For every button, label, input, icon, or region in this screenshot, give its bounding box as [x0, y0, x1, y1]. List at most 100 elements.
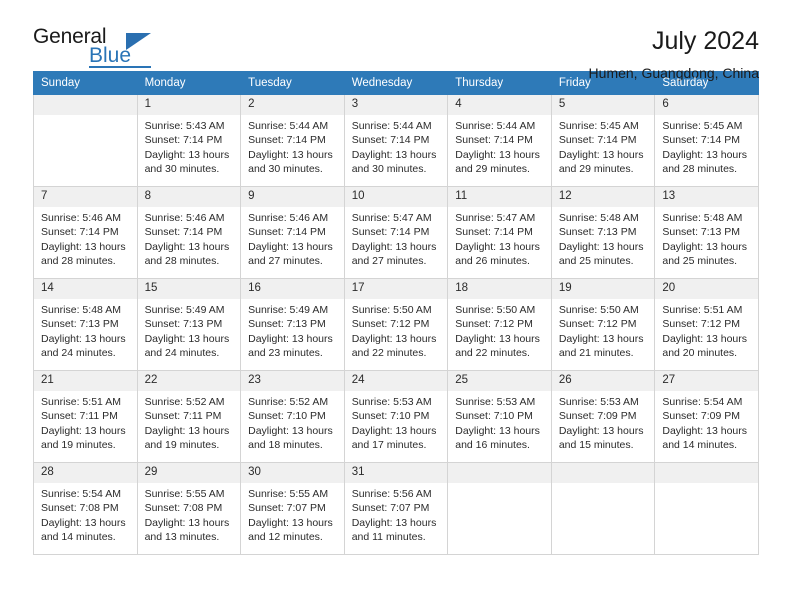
sunrise-text: Sunrise: 5:44 AM [455, 119, 536, 132]
calendar-day-cell[interactable]: 17 Sunrise: 5:50 AM Sunset: 7:12 PM Dayligh… [343, 278, 449, 371]
daylight-text: Daylight: 13 hours and 28 minutes. [662, 148, 748, 176]
day-number: 7 [34, 187, 137, 207]
sunset-text: Sunset: 7:11 PM [41, 410, 118, 423]
daylight-text: Daylight: 13 hours and 13 minutes. [144, 516, 230, 544]
day-number: 13 [655, 187, 758, 207]
calendar-day-cell[interactable]: 23 Sunrise: 5:52 AM Sunset: 7:10 PM Dayligh… [240, 370, 345, 463]
sunrise-text: Sunrise: 5:53 AM [351, 395, 432, 408]
day-number [34, 95, 137, 115]
calendar-day-cell[interactable]: 10 Sunrise: 5:47 AM Sunset: 7:14 PM Dayligh… [343, 186, 449, 279]
calendar-day-cell[interactable]: 26 Sunrise: 5:53 AM Sunset: 7:09 PM Dayligh… [550, 370, 656, 463]
day-details: Sunrise: 5:48 AM Sunset: 7:13 PM Daylight:… [655, 207, 758, 269]
calendar-week-row: 28 Sunrise: 5:54 AM Sunset: 7:08 PM Dayligh… [33, 462, 759, 555]
calendar-day-cell[interactable]: 4 Sunrise: 5:44 AM Sunset: 7:14 PM Daylight… [447, 94, 552, 187]
sunrise-text: Sunrise: 5:52 AM [144, 395, 225, 408]
day-number: 9 [241, 187, 344, 207]
sunrise-text: Sunrise: 5:54 AM [662, 395, 743, 408]
calendar-day-cell[interactable]: 7 Sunrise: 5:46 AM Sunset: 7:14 PM Daylight… [33, 186, 138, 279]
calendar-day-cell[interactable]: 27 Sunrise: 5:54 AM Sunset: 7:09 PM Dayligh… [654, 370, 759, 463]
calendar-day-cell[interactable]: 30 Sunrise: 5:55 AM Sunset: 7:07 PM Dayligh… [240, 462, 345, 555]
calendar-day-cell[interactable]: 8 Sunrise: 5:46 AM Sunset: 7:14 PM Daylight… [136, 186, 242, 279]
calendar-day-cell[interactable]: 19 Sunrise: 5:50 AM Sunset: 7:12 PM Dayligh… [550, 278, 656, 371]
sunset-text: Sunset: 7:14 PM [248, 134, 326, 147]
day-number: 11 [448, 187, 551, 207]
daylight-text: Daylight: 13 hours and 17 minutes. [351, 424, 437, 452]
sunset-text: Sunset: 7:13 PM [662, 226, 741, 239]
calendar-day-cell[interactable]: 20 Sunrise: 5:51 AM Sunset: 7:12 PM Dayligh… [654, 278, 759, 371]
calendar-day-cell-empty [654, 462, 759, 555]
calendar-day-cell[interactable]: 2 Sunrise: 5:44 AM Sunset: 7:14 PM Daylight… [240, 94, 345, 187]
day-details: Sunrise: 5:45 AM Sunset: 7:14 PM Daylight:… [552, 115, 655, 177]
calendar-page: General Blue July 2024 Humen, Guangdong,… [0, 0, 792, 612]
day-number: 25 [448, 371, 551, 391]
calendar-day-cell-empty [33, 94, 138, 187]
day-details: Sunrise: 5:51 AM Sunset: 7:12 PM Daylight:… [655, 299, 758, 361]
sunrise-text: Sunrise: 5:47 AM [351, 211, 432, 224]
day-number: 21 [34, 371, 137, 391]
daylight-text: Daylight: 13 hours and 27 minutes. [248, 240, 333, 268]
calendar-day-cell[interactable]: 12 Sunrise: 5:48 AM Sunset: 7:13 PM Dayligh… [550, 186, 656, 279]
daylight-text: Daylight: 13 hours and 16 minutes. [455, 424, 540, 452]
day-number: 24 [344, 371, 448, 391]
daylight-text: Daylight: 13 hours and 15 minutes. [558, 424, 644, 452]
day-number: 16 [241, 279, 344, 299]
sunrise-text: Sunrise: 5:45 AM [558, 119, 639, 132]
sunrise-text: Sunrise: 5:50 AM [558, 303, 639, 316]
day-details: Sunrise: 5:46 AM Sunset: 7:14 PM Daylight:… [34, 207, 137, 269]
calendar-day-cell[interactable]: 16 Sunrise: 5:49 AM Sunset: 7:13 PM Dayligh… [240, 278, 345, 371]
calendar-day-cell[interactable]: 29 Sunrise: 5:55 AM Sunset: 7:08 PM Dayligh… [136, 462, 242, 555]
calendar-day-cell-empty [447, 462, 552, 555]
daylight-text: Daylight: 13 hours and 22 minutes. [351, 332, 437, 360]
sunrise-text: Sunrise: 5:48 AM [662, 211, 743, 224]
calendar-day-cell[interactable]: 11 Sunrise: 5:47 AM Sunset: 7:14 PM Dayligh… [447, 186, 552, 279]
weekday-header-sunday: Sunday [33, 71, 138, 95]
daylight-text: Daylight: 13 hours and 28 minutes. [41, 240, 126, 268]
daylight-text: Daylight: 13 hours and 14 minutes. [41, 516, 126, 544]
daylight-text: Daylight: 13 hours and 30 minutes. [351, 148, 437, 176]
day-details: Sunrise: 5:53 AM Sunset: 7:09 PM Daylight:… [552, 391, 655, 453]
day-number: 20 [655, 279, 758, 299]
weekday-header-wednesday: Wednesday [343, 71, 449, 95]
calendar-day-cell[interactable]: 21 Sunrise: 5:51 AM Sunset: 7:11 PM Dayligh… [33, 370, 138, 463]
calendar-day-cell[interactable]: 9 Sunrise: 5:46 AM Sunset: 7:14 PM Daylight… [240, 186, 345, 279]
sunset-text: Sunset: 7:08 PM [144, 502, 223, 515]
day-number: 6 [655, 95, 758, 115]
calendar-day-cell[interactable]: 28 Sunrise: 5:54 AM Sunset: 7:08 PM Dayligh… [33, 462, 138, 555]
calendar-week-row: 1 Sunrise: 5:43 AM Sunset: 7:14 PM Daylight… [33, 94, 759, 187]
calendar-day-cell[interactable]: 22 Sunrise: 5:52 AM Sunset: 7:11 PM Dayligh… [136, 370, 242, 463]
sunset-text: Sunset: 7:07 PM [351, 502, 430, 515]
sunset-text: Sunset: 7:10 PM [248, 410, 326, 423]
calendar-day-cell[interactable]: 24 Sunrise: 5:53 AM Sunset: 7:10 PM Dayligh… [343, 370, 449, 463]
sunrise-text: Sunrise: 5:46 AM [144, 211, 225, 224]
sunset-text: Sunset: 7:09 PM [662, 410, 741, 423]
daylight-text: Daylight: 13 hours and 12 minutes. [248, 516, 333, 544]
day-details: Sunrise: 5:50 AM Sunset: 7:12 PM Daylight:… [552, 299, 655, 361]
calendar-week-row: 7 Sunrise: 5:46 AM Sunset: 7:14 PM Daylight… [33, 186, 759, 279]
calendar-day-cell[interactable]: 15 Sunrise: 5:49 AM Sunset: 7:13 PM Dayligh… [136, 278, 242, 371]
sunrise-text: Sunrise: 5:46 AM [41, 211, 121, 224]
calendar-day-cell[interactable]: 3 Sunrise: 5:44 AM Sunset: 7:14 PM Daylight… [343, 94, 449, 187]
calendar-day-cell[interactable]: 1 Sunrise: 5:43 AM Sunset: 7:14 PM Daylight… [136, 94, 242, 187]
day-details: Sunrise: 5:52 AM Sunset: 7:11 PM Daylight:… [138, 391, 241, 453]
sunset-text: Sunset: 7:13 PM [144, 318, 223, 331]
day-number: 22 [137, 371, 241, 391]
sunrise-text: Sunrise: 5:47 AM [455, 211, 536, 224]
day-details: Sunrise: 5:47 AM Sunset: 7:14 PM Daylight:… [448, 207, 551, 269]
day-number: 23 [241, 371, 344, 391]
calendar-day-cell[interactable]: 14 Sunrise: 5:48 AM Sunset: 7:13 PM Dayligh… [33, 278, 138, 371]
daylight-text: Daylight: 13 hours and 18 minutes. [248, 424, 333, 452]
sunrise-text: Sunrise: 5:49 AM [248, 303, 329, 316]
day-number: 26 [551, 371, 655, 391]
day-number: 28 [34, 463, 137, 483]
sunrise-text: Sunrise: 5:52 AM [248, 395, 329, 408]
calendar-day-cell[interactable]: 31 Sunrise: 5:56 AM Sunset: 7:07 PM Dayligh… [343, 462, 449, 555]
calendar-day-cell[interactable]: 13 Sunrise: 5:48 AM Sunset: 7:13 PM Dayligh… [654, 186, 759, 279]
calendar-day-cell[interactable]: 25 Sunrise: 5:53 AM Sunset: 7:10 PM Dayligh… [447, 370, 552, 463]
calendar-day-cell[interactable]: 5 Sunrise: 5:45 AM Sunset: 7:14 PM Daylight… [550, 94, 656, 187]
day-number [655, 463, 758, 483]
sunset-text: Sunset: 7:12 PM [455, 318, 533, 331]
daylight-text: Daylight: 13 hours and 25 minutes. [558, 240, 644, 268]
day-details: Sunrise: 5:54 AM Sunset: 7:08 PM Daylight:… [34, 483, 137, 545]
calendar-day-cell[interactable]: 6 Sunrise: 5:45 AM Sunset: 7:14 PM Daylight… [654, 94, 759, 187]
calendar-day-cell[interactable]: 18 Sunrise: 5:50 AM Sunset: 7:12 PM Dayligh… [447, 278, 552, 371]
